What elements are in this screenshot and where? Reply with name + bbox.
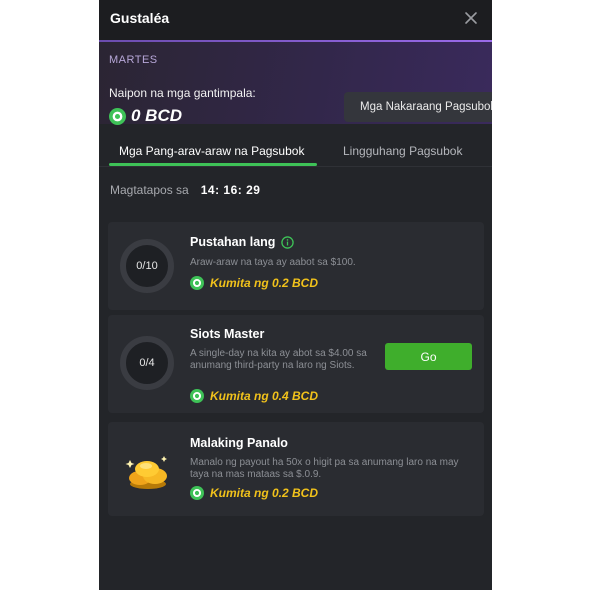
quest-reward-text: Kumita ng 0.2 BCD — [210, 276, 319, 290]
bcd-coin-icon — [190, 389, 204, 403]
countdown-value: 14: 16: 29 — [200, 183, 261, 197]
quest-title-row: Pustahan lang — [190, 235, 295, 249]
previous-quests-button[interactable]: Mga Nakaraang Pagsubok — [344, 92, 492, 122]
quest-description: Manalo ng payout ha 50x o higit pa sa an… — [190, 457, 459, 480]
tab-weekly-quests[interactable]: Lingguhang Pagsubok — [343, 144, 462, 158]
quest-title: Malaking Panalo — [190, 436, 288, 450]
bcd-coin-icon — [190, 276, 204, 290]
quest-reward-text: Kumita ng 0.2 BCD — [210, 486, 319, 500]
quest-title: Siots Master — [190, 327, 265, 341]
bcd-coin-icon — [109, 107, 126, 125]
accumulated-rewards-label: Naipon na mga gantimpala: — [109, 86, 256, 100]
quest-card: 0/4 Siots Master A single-day na kita ay… — [108, 315, 484, 413]
quest-card: Malaking Panalo Manalo ng payout ha 50x … — [108, 422, 484, 516]
quest-progress-ring: 0/10 — [120, 239, 174, 293]
quest-reward: Kumita ng 0.2 BCD — [190, 276, 318, 290]
day-label: MARTES — [109, 54, 158, 66]
countdown: Magtatapos sa 14: 16: 29 — [110, 183, 260, 197]
active-tab-indicator — [109, 163, 317, 166]
rewards-banner: MARTES Naipon na mga gantimpala: 0 BCD M… — [99, 40, 492, 126]
tab-daily-quests[interactable]: Mga Pang-arav-araw na Pagsubok — [119, 144, 304, 158]
bcd-coin-icon — [190, 486, 204, 500]
quest-title-row: Siots Master — [190, 327, 264, 341]
quest-tabs: Mga Pang-arav-araw na Pagsubok Lingguhan… — [99, 140, 492, 167]
countdown-label: Magtatapos sa — [110, 183, 189, 197]
quest-title-row: Malaking Panalo — [190, 436, 288, 450]
panel-title: Gustaléa — [110, 10, 170, 26]
close-icon[interactable] — [464, 11, 478, 25]
quest-reward-text: Kumita ng 0.4 BCD — [210, 389, 319, 403]
accumulated-rewards-value: 0 BCD — [131, 106, 183, 125]
quest-description: A single-day na kita ay abot sa $4.00 sa… — [190, 348, 367, 371]
quests-panel: Gustaléa MARTES Naipon na mga gantimpala… — [99, 0, 492, 590]
panel-header: Gustaléa — [99, 0, 492, 40]
quest-reward: Kumita ng 0.2 BCD — [190, 486, 318, 500]
quest-card: 0/10 Pustahan lang Araw-araw na taya ay … — [108, 222, 484, 310]
quest-description: Araw-araw na taya ay aabot sa $100. — [190, 257, 356, 268]
quest-title: Pustahan lang — [190, 235, 276, 249]
go-button[interactable]: Go — [385, 343, 472, 370]
gold-coins-icon — [125, 456, 167, 489]
accumulated-rewards: 0 BCD — [109, 106, 182, 126]
quest-progress-ring: 0/4 — [120, 336, 174, 390]
info-icon[interactable] — [281, 235, 295, 249]
quest-reward: Kumita ng 0.4 BCD — [190, 389, 318, 403]
